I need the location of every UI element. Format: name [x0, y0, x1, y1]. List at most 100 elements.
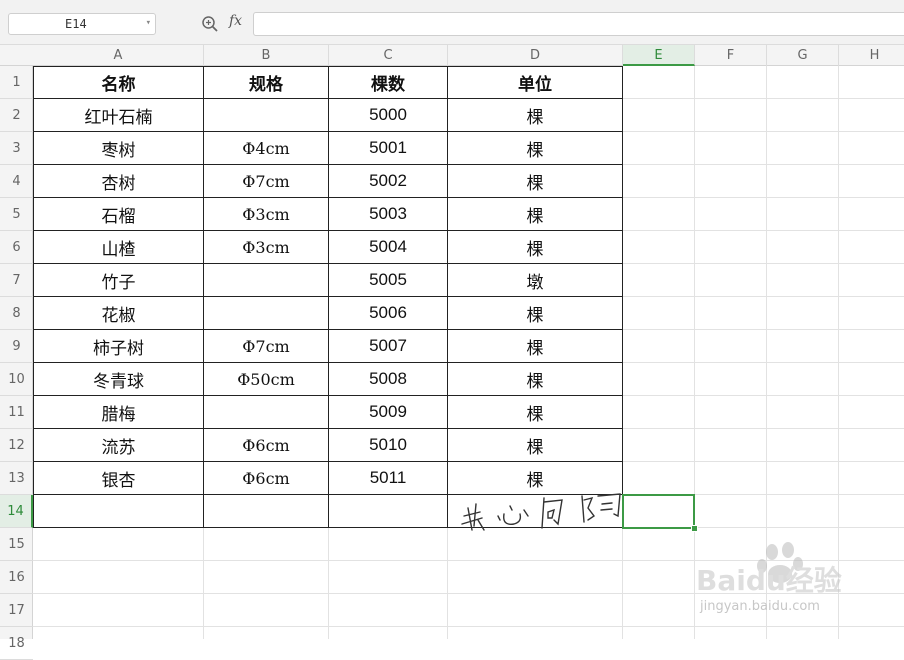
row-header-1[interactable]: 1: [0, 66, 33, 99]
table-cell[interactable]: 柿子树: [33, 330, 204, 363]
grid-cell[interactable]: [695, 396, 767, 429]
row-header-14[interactable]: 14: [0, 495, 33, 528]
table-cell[interactable]: 棵: [448, 165, 623, 198]
grid-cell[interactable]: [767, 99, 839, 132]
grid-cell[interactable]: [767, 132, 839, 165]
row-header-9[interactable]: 9: [0, 330, 33, 363]
table-cell[interactable]: 棵: [448, 330, 623, 363]
grid-cell[interactable]: [448, 594, 623, 627]
row-header-12[interactable]: 12: [0, 429, 33, 462]
grid-cell[interactable]: [204, 528, 329, 561]
grid-cell[interactable]: [623, 66, 695, 99]
table-cell[interactable]: 5000: [329, 99, 448, 132]
column-header-h[interactable]: H: [839, 45, 904, 66]
table-header-cell[interactable]: 名称: [33, 66, 204, 99]
grid-cell[interactable]: [623, 528, 695, 561]
table-cell[interactable]: 棵: [448, 429, 623, 462]
active-cell-selection[interactable]: [622, 494, 695, 529]
table-cell[interactable]: 棵: [448, 396, 623, 429]
grid-cell[interactable]: [695, 495, 767, 528]
table-cell[interactable]: 腊梅: [33, 396, 204, 429]
grid-cell[interactable]: [695, 165, 767, 198]
grid-cell[interactable]: [839, 165, 904, 198]
table-cell[interactable]: Φ6cm: [204, 429, 329, 462]
grid-cell[interactable]: [839, 330, 904, 363]
grid-cell[interactable]: [695, 231, 767, 264]
table-cell[interactable]: 5005: [329, 264, 448, 297]
column-header-e[interactable]: E: [623, 45, 695, 66]
grid-cell[interactable]: [695, 264, 767, 297]
grid-cell[interactable]: [329, 561, 448, 594]
grid-cell[interactable]: [623, 363, 695, 396]
fill-handle[interactable]: [691, 525, 698, 532]
row-header-6[interactable]: 6: [0, 231, 33, 264]
grid-cell[interactable]: [695, 66, 767, 99]
row-header-10[interactable]: 10: [0, 363, 33, 396]
column-header-g[interactable]: G: [767, 45, 839, 66]
table-cell[interactable]: 山楂: [33, 231, 204, 264]
table-cell[interactable]: 冬青球: [33, 363, 204, 396]
table-cell[interactable]: Φ7cm: [204, 330, 329, 363]
table-cell[interactable]: 流苏: [33, 429, 204, 462]
grid-cell[interactable]: [767, 429, 839, 462]
table-header-cell[interactable]: 规格: [204, 66, 329, 99]
grid-cell[interactable]: [329, 594, 448, 627]
table-cell[interactable]: Φ6cm: [204, 462, 329, 495]
column-header-d[interactable]: D: [448, 45, 623, 66]
row-header-4[interactable]: 4: [0, 165, 33, 198]
table-cell[interactable]: [204, 495, 329, 528]
chevron-down-icon[interactable]: ▾: [146, 18, 151, 28]
grid-cell[interactable]: [329, 627, 448, 639]
grid-cell[interactable]: [767, 462, 839, 495]
grid-cell[interactable]: [695, 297, 767, 330]
table-cell[interactable]: 5010: [329, 429, 448, 462]
table-cell[interactable]: Φ4cm: [204, 132, 329, 165]
row-header-18[interactable]: 18: [0, 627, 33, 660]
row-header-15[interactable]: 15: [0, 528, 33, 561]
grid-cell[interactable]: [839, 462, 904, 495]
grid-cell[interactable]: [623, 231, 695, 264]
table-cell[interactable]: 枣树: [33, 132, 204, 165]
grid-cell[interactable]: [623, 264, 695, 297]
table-cell[interactable]: 棵: [448, 297, 623, 330]
grid-cell[interactable]: [695, 330, 767, 363]
row-header-8[interactable]: 8: [0, 297, 33, 330]
grid-cell[interactable]: [623, 462, 695, 495]
grid-cell[interactable]: [839, 99, 904, 132]
grid-cell[interactable]: [623, 627, 695, 639]
grid-cell[interactable]: [695, 462, 767, 495]
table-cell[interactable]: 棵: [448, 363, 623, 396]
grid-cell[interactable]: [623, 99, 695, 132]
table-cell[interactable]: 5009: [329, 396, 448, 429]
grid-cell[interactable]: [623, 198, 695, 231]
grid-cell[interactable]: [33, 627, 204, 639]
row-header-17[interactable]: 17: [0, 594, 33, 627]
grid-cell[interactable]: [329, 528, 448, 561]
grid-cell[interactable]: [623, 132, 695, 165]
table-cell[interactable]: 红叶石楠: [33, 99, 204, 132]
grid-cell[interactable]: [767, 396, 839, 429]
grid-cell[interactable]: [33, 561, 204, 594]
table-header-cell[interactable]: 棵数: [329, 66, 448, 99]
grid-cell[interactable]: [839, 66, 904, 99]
grid-cell[interactable]: [839, 627, 904, 639]
table-cell[interactable]: 竹子: [33, 264, 204, 297]
grid-cell[interactable]: [695, 627, 767, 639]
row-header-16[interactable]: 16: [0, 561, 33, 594]
grid-cell[interactable]: [839, 363, 904, 396]
column-header-f[interactable]: F: [695, 45, 767, 66]
table-cell[interactable]: 5002: [329, 165, 448, 198]
grid-cell[interactable]: [839, 495, 904, 528]
grid-cell[interactable]: [767, 330, 839, 363]
grid-cell[interactable]: [767, 363, 839, 396]
grid-cell[interactable]: [767, 297, 839, 330]
table-cell[interactable]: 5003: [329, 198, 448, 231]
table-cell[interactable]: Φ7cm: [204, 165, 329, 198]
grid-cell[interactable]: [839, 231, 904, 264]
grid-cell[interactable]: [695, 429, 767, 462]
grid-cell[interactable]: [623, 297, 695, 330]
table-cell[interactable]: 5006: [329, 297, 448, 330]
table-cell[interactable]: [204, 396, 329, 429]
row-header-3[interactable]: 3: [0, 132, 33, 165]
grid-cell[interactable]: [839, 396, 904, 429]
